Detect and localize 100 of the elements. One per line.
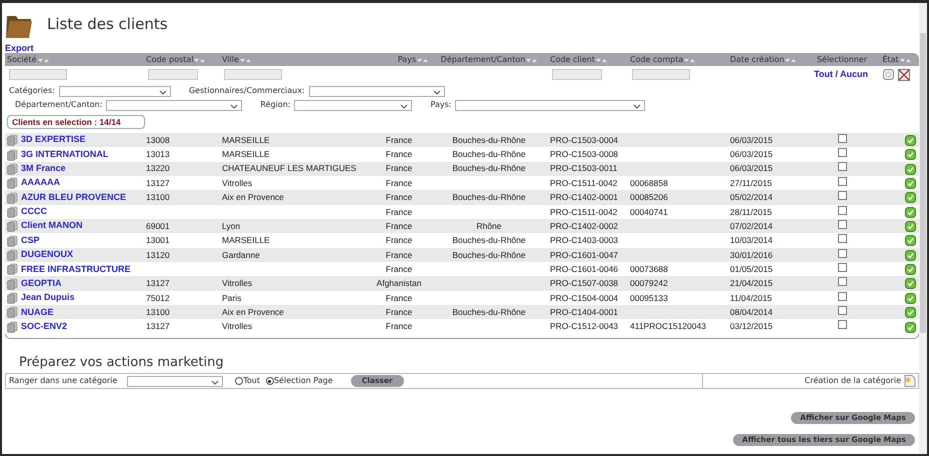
sort-icon[interactable] [596,58,607,62]
radio-button[interactable] [266,377,274,386]
checkbox[interactable] [838,148,846,158]
sort-icon[interactable] [38,58,49,62]
column-header[interactable]: Société [7,54,49,66]
table-cell: Afghanistan [368,276,430,291]
filter-input[interactable] [9,69,67,80]
select-none-link[interactable]: Aucun [840,69,868,80]
table-cell: France [368,262,430,276]
column-header[interactable]: Code postal [146,54,206,66]
dropdown[interactable] [58,86,171,96]
scrollbar[interactable] [919,3,927,454]
table-cell: PRO-C1511-0042 [548,204,628,220]
column-header[interactable]: État [882,54,911,66]
new-category-icon[interactable] [904,375,916,388]
checkbox[interactable] [838,262,846,272]
table-cell: 28/11/2015 [728,204,810,220]
checkbox[interactable] [838,176,846,186]
checkbox[interactable] [838,134,846,143]
table-cell: France [368,233,430,248]
filter-label: Catégories: [9,85,55,97]
dropdown[interactable] [294,100,412,110]
table-cell: 13100 [144,190,220,205]
sort-icon[interactable] [526,58,538,62]
radio-button[interactable] [235,377,244,386]
column-header[interactable]: Code compta [630,54,696,66]
company-link[interactable]: FREE INFRASTRUCTURE [21,264,130,274]
filter-input[interactable] [148,69,198,80]
sort-icon[interactable] [785,58,796,62]
checkbox[interactable] [838,191,846,200]
clear-filter-icon[interactable] [883,69,894,80]
selection-count: Clients en selection : 14/14 [7,115,145,129]
table-cell: PRO-C1504-0004 [548,290,628,306]
checkbox[interactable] [838,162,846,172]
table-cell: 30/01/2016 [728,248,810,262]
checkbox[interactable] [838,292,846,301]
chevron-down-icon [432,90,441,94]
checkbox[interactable] [838,248,846,258]
close-icon[interactable] [898,68,910,81]
table-cell: 13127 [144,176,220,190]
table-cell: France [368,133,430,148]
dropdown[interactable] [455,100,646,110]
company-link[interactable]: Jean Dupuis [21,292,75,302]
filter-input[interactable] [552,69,602,80]
table-cell-text: 13013 [145,148,171,162]
sort-icon[interactable] [240,58,251,62]
table-cell: PRO-C1402-0001 [548,190,628,205]
table-cell: 13220 [144,162,220,176]
table-cell: 06/03/2015 [728,162,810,176]
checkbox[interactable] [838,277,846,286]
check-icon [905,164,916,175]
company-link[interactable]: CCCC [21,206,47,216]
export-link[interactable]: Export [5,43,34,53]
table-cell: PRO-C1402-0002 [548,219,628,234]
table-cell: Vitrolles [220,276,368,291]
filter-input[interactable] [632,69,690,80]
sort-icon[interactable] [684,58,696,62]
checkbox[interactable] [838,220,846,229]
column-header[interactable]: Date création [730,54,796,66]
sort-icon[interactable] [900,58,911,62]
create-category-link[interactable]: Création de la catégorie [804,375,901,388]
chevron-down-icon [158,90,167,94]
sort-icon[interactable] [194,58,206,62]
table-cell: Vitrolles [220,176,368,190]
dropdown[interactable] [106,100,242,110]
company-link[interactable]: CSP [21,234,40,245]
company-link[interactable]: NUAGE [21,306,54,317]
table-cell-text: France [384,320,414,334]
sort-icon[interactable] [417,58,428,62]
check-icon [905,149,916,160]
chevron-down-icon [230,104,238,108]
check-icon [905,250,916,261]
column-header[interactable]: Code client [550,54,607,66]
checkbox[interactable] [838,234,846,244]
table-cell: 13008 [144,133,220,148]
company-link[interactable]: AAAAAA [21,177,60,188]
table-cell: France [368,248,430,262]
table-cell: Lyon [220,219,368,234]
table-cell: Rhône [430,219,548,234]
company-link[interactable]: 3G INTERNATIONAL [21,148,108,159]
category-dropdown[interactable] [127,376,224,387]
column-header[interactable]: Ville [222,54,251,66]
radio-label[interactable]: Tout [243,375,260,388]
checkbox[interactable] [838,320,846,330]
table-cell: CHATEAUNEUF LES MARTIGUES [220,162,368,176]
filter-label: Département/Canton: [15,99,102,111]
dropdown[interactable] [308,86,445,96]
checkbox[interactable] [838,206,846,215]
column-header[interactable]: Pays [398,54,428,66]
page-title: Liste des clients [47,14,168,35]
company-link[interactable]: SOC-ENV2 [21,320,68,331]
column-header[interactable]: Sélectionner [816,54,868,66]
select-all-link[interactable]: Tout [814,69,833,80]
table-cell-text: 13127 [145,320,171,334]
column-header[interactable]: Département/Canton [440,54,538,66]
check-icon [905,206,916,218]
checkbox[interactable] [838,306,846,315]
table-cell-text: 411PROC15120043 [629,320,707,334]
radio-label[interactable]: Sélection Page [274,375,333,388]
filter-input[interactable] [224,69,282,80]
